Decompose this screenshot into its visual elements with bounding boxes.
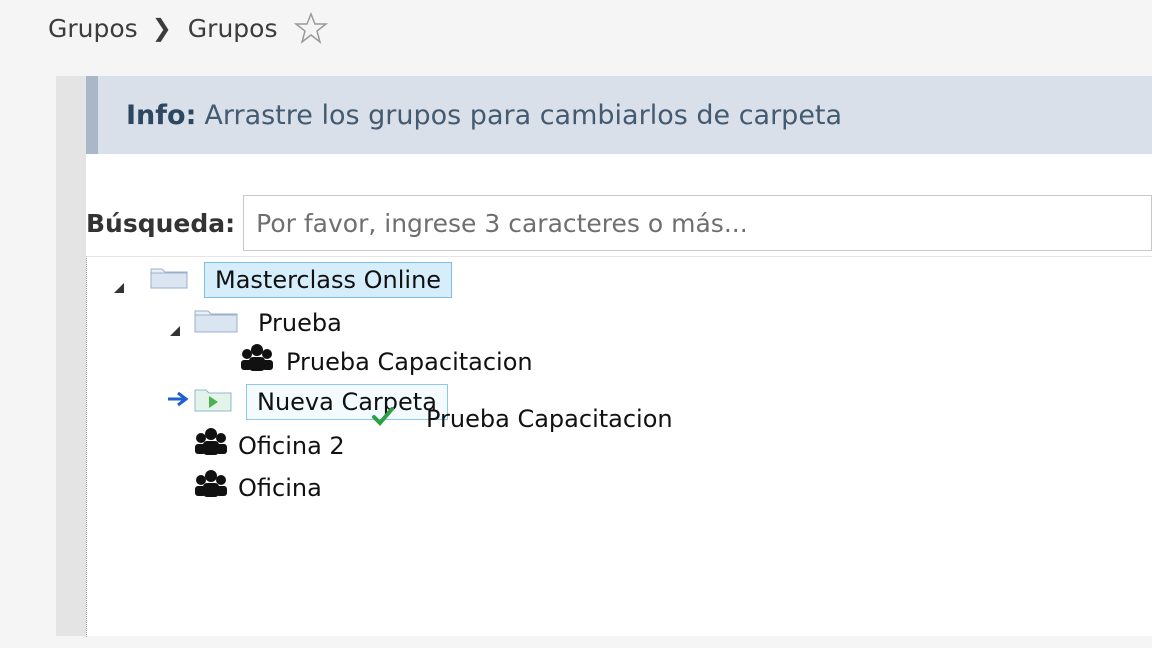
breadcrumb-parent[interactable]: Grupos: [48, 14, 138, 43]
drag-ghost: Prueba Capacitacion: [370, 403, 673, 435]
info-label: Info:: [126, 99, 197, 131]
group-icon: [194, 470, 228, 506]
breadcrumb-current: Grupos: [187, 13, 278, 43]
breadcrumb-separator-icon: ❯: [151, 14, 172, 42]
search-label: Búsqueda:: [86, 208, 236, 238]
folder-icon: [194, 307, 238, 339]
info-message: Arrastre los grupos para cambiarlos de c…: [204, 99, 843, 131]
group-icon: [240, 344, 274, 380]
tree-node-label[interactable]: Oficina: [228, 471, 332, 505]
left-gutter: [56, 76, 86, 636]
tree-node-label[interactable]: Prueba Capacitacion: [276, 345, 543, 379]
drag-label: Prueba Capacitacion: [426, 405, 673, 433]
tree-node-oficina[interactable]: Oficina: [194, 470, 332, 506]
check-icon: [370, 403, 396, 435]
expanded-arrow-icon[interactable]: [112, 273, 126, 293]
tree-node-label[interactable]: Masterclass Online: [204, 262, 453, 298]
tree-node-prueba[interactable]: Prueba: [168, 306, 352, 340]
info-banner: Info: Arrastre los grupos para cambiarlo…: [86, 76, 1152, 154]
expanded-arrow-icon[interactable]: [168, 316, 182, 336]
tree-node-label[interactable]: Prueba: [248, 306, 352, 340]
breadcrumb: Grupos ❯ Grupos: [48, 8, 329, 48]
tree-node-oficina-2[interactable]: Oficina 2: [194, 428, 355, 464]
tree-node-prueba-capacitacion[interactable]: Prueba Capacitacion: [240, 344, 543, 380]
tree-node-root[interactable]: Masterclass Online: [112, 262, 453, 298]
favorite-star-icon[interactable]: [293, 10, 329, 46]
tree-node-label[interactable]: Oficina 2: [228, 429, 355, 463]
group-icon: [194, 428, 228, 464]
drop-target-arrow-icon: [166, 388, 194, 416]
folder-icon: [150, 265, 188, 295]
search-input[interactable]: [243, 195, 1152, 251]
search-row: Búsqueda:: [86, 194, 1152, 252]
folder-play-icon: [194, 386, 232, 418]
